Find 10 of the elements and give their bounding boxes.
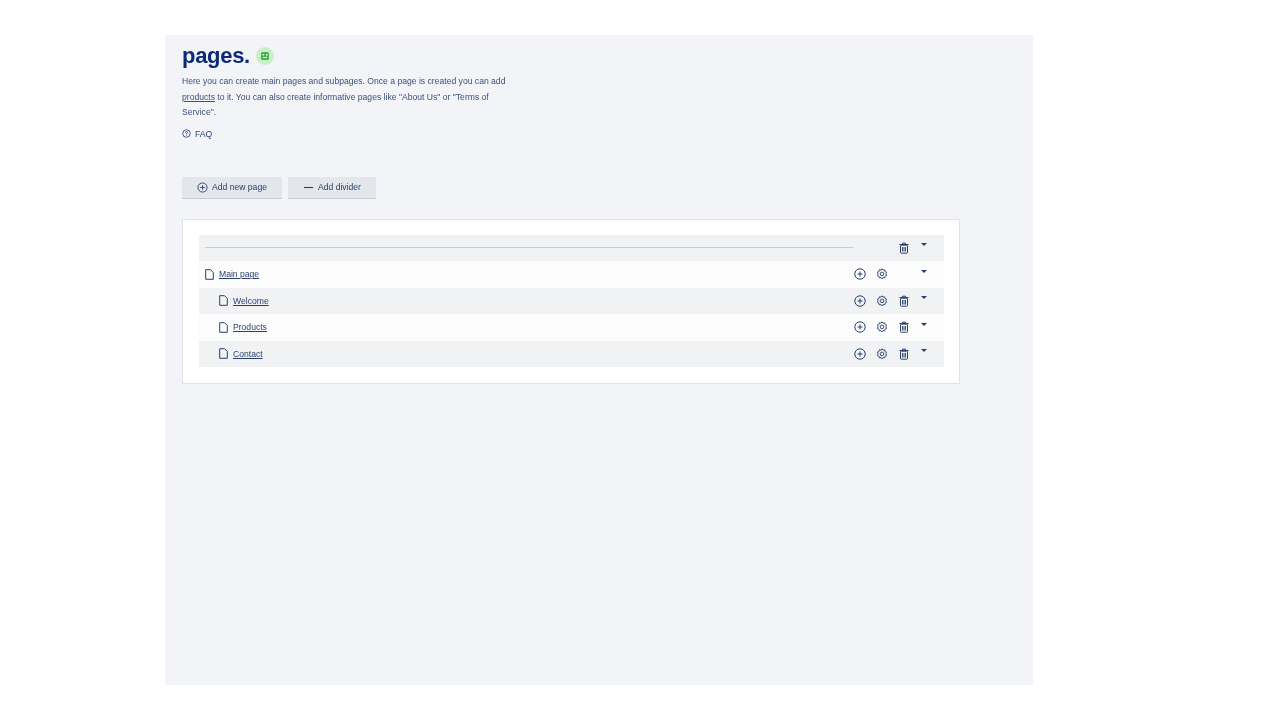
- faq-link[interactable]: FAQ: [195, 128, 213, 139]
- page-title: pages.: [182, 43, 250, 69]
- page-link[interactable]: Contact: [233, 348, 263, 359]
- page-link[interactable]: Products: [233, 322, 267, 333]
- add-divider-button[interactable]: Add divider: [287, 176, 376, 199]
- page-link[interactable]: Main page: [219, 269, 260, 280]
- page-link[interactable]: Welcome: [233, 295, 269, 306]
- products-link[interactable]: products: [182, 91, 215, 102]
- description-text: Here you can create main pages and subpages. Once a page is created you can add products to it. You can also create informative pages like "About Us" or "Terms of Service".: [182, 75, 507, 119]
- add-page-button[interactable]: Add new page: [182, 176, 282, 199]
